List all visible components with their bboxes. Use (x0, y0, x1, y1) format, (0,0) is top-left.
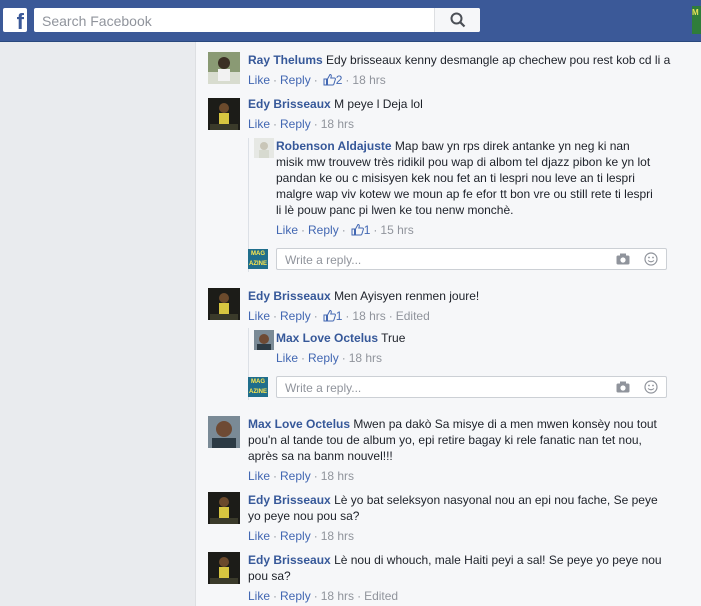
avatar-max-love-octelus-icon (208, 416, 240, 448)
search-icon (450, 12, 466, 28)
comment-author[interactable]: Edy Brisseaux (248, 553, 331, 567)
edited-label[interactable]: Edited (396, 309, 430, 323)
comment-author[interactable]: Max Love Octelus (248, 417, 350, 431)
comment-text: M peye l Deja lol (334, 97, 423, 111)
avatar[interactable] (208, 98, 240, 130)
like-link[interactable]: Like (248, 529, 270, 543)
like-link[interactable]: Like (248, 469, 270, 483)
timestamp: 18 hrs (352, 73, 386, 87)
comment-text: True (381, 331, 406, 345)
comment-text: Edy brisseaux kenny desmangle ap chechew… (326, 53, 671, 67)
like-link[interactable]: Like (248, 309, 270, 323)
comment-text: Men Ayisyen renmen joure! (334, 289, 480, 303)
top-navigation-bar: f M (0, 0, 701, 42)
comment-actions: Like · Reply · 18 hrs (248, 529, 355, 543)
timestamp: 18 hrs (348, 351, 383, 365)
comment-actions: Like · Reply · 2 · 18 hrs (248, 73, 386, 87)
avatar-edy-brisseaux-icon (208, 492, 240, 524)
comment-author[interactable]: Edy Brisseaux (248, 493, 331, 507)
avatar[interactable] (208, 52, 240, 84)
comment-actions: Like · Reply · 1 · 15 hrs (276, 223, 414, 237)
avatar[interactable] (208, 552, 240, 584)
emoji-icon[interactable] (644, 380, 658, 394)
current-user-avatar-icon: MAG AZINE (248, 249, 268, 269)
comment: Edy Brisseaux Lè yo bat seleksyon nasyon… (248, 492, 673, 524)
timestamp: 18 hrs (320, 529, 355, 543)
camera-icon[interactable] (616, 381, 630, 393)
reply-link[interactable]: Reply (280, 117, 311, 131)
avatar-edy-brisseaux-icon (208, 98, 240, 130)
comment-actions: Like · Reply · 18 hrs (248, 117, 355, 131)
search-input[interactable] (40, 9, 424, 33)
facebook-logo-icon[interactable]: f (3, 8, 27, 32)
timestamp: 18 hrs (352, 309, 386, 323)
reply-link[interactable]: Reply (280, 309, 311, 323)
thumbs-up-icon (351, 223, 364, 236)
comment-author[interactable]: Ray Thelums (248, 53, 323, 67)
avatar-edy-brisseaux-icon (208, 288, 240, 320)
emoji-icon[interactable] (644, 252, 658, 266)
avatar[interactable] (208, 416, 240, 448)
comment-author[interactable]: Edy Brisseaux (248, 289, 331, 303)
comment-actions: Like · Reply · 18 hrs · Edited (248, 589, 399, 603)
current-user-avatar-icon: MAG AZINE (248, 377, 268, 397)
comment: Edy Brisseaux Lè nou di whouch, male Hai… (248, 552, 673, 584)
reply-link[interactable]: Reply (308, 223, 339, 237)
like-link[interactable]: Like (248, 589, 270, 603)
avatar-ray-thelums-icon (208, 52, 240, 84)
comment: Edy Brisseaux Men Ayisyen renmen joure! (248, 288, 688, 304)
avatar[interactable] (254, 330, 274, 350)
comment-author[interactable]: Robenson Aldajuste (276, 139, 392, 153)
reply-box (276, 248, 667, 270)
timestamp: 18 hrs (320, 589, 355, 603)
comment-actions: Like · Reply · 1 · 18 hrs · Edited (248, 309, 430, 323)
comment-author[interactable]: Max Love Octelus (276, 331, 378, 345)
like-link[interactable]: Like (276, 351, 298, 365)
avatar[interactable] (254, 138, 274, 158)
comment: Edy Brisseaux M peye l Deja lol (248, 96, 688, 112)
reply-link[interactable]: Reply (280, 469, 311, 483)
reply-box (276, 376, 667, 398)
reply-link[interactable]: Reply (280, 589, 311, 603)
comment-actions: Like · Reply · 18 hrs (276, 351, 383, 365)
reply-link[interactable]: Reply (280, 529, 311, 543)
search-button[interactable] (434, 8, 480, 32)
reply-link[interactable]: Reply (280, 73, 311, 87)
avatar[interactable] (208, 288, 240, 320)
reply-input[interactable] (283, 250, 587, 270)
comment: Ray Thelums Edy brisseaux kenny desmangl… (248, 52, 688, 68)
profile-thumbnail-icon[interactable]: M (692, 6, 701, 34)
like-link[interactable]: Like (248, 73, 270, 87)
reply-comment: Robenson Aldajuste Map baw yn rps direk … (276, 138, 656, 218)
thumbs-up-icon (323, 309, 336, 322)
thumbs-up-icon (323, 73, 336, 86)
avatar[interactable] (208, 492, 240, 524)
comments-panel: Ray Thelums Edy brisseaux kenny desmangl… (195, 42, 701, 606)
reply-link[interactable]: Reply (308, 351, 339, 365)
timestamp: 18 hrs (320, 469, 355, 483)
comment: Max Love Octelus Mwen pa dakò Sa misye d… (248, 416, 673, 464)
avatar-max-love-octelus-icon (254, 330, 274, 350)
reply-input[interactable] (283, 378, 587, 398)
like-link[interactable]: Like (248, 117, 270, 131)
avatar-robenson-aldajuste-icon (254, 138, 274, 158)
timestamp: 18 hrs (320, 117, 355, 131)
comment-actions: Like · Reply · 18 hrs (248, 469, 355, 483)
camera-icon[interactable] (616, 253, 630, 265)
timestamp: 15 hrs (380, 223, 414, 237)
reply-comment: Max Love Octelus True (276, 330, 656, 346)
search-bar (34, 8, 480, 33)
avatar-edy-brisseaux-icon (208, 552, 240, 584)
like-link[interactable]: Like (276, 223, 298, 237)
edited-label[interactable]: Edited (364, 589, 398, 603)
comment-author[interactable]: Edy Brisseaux (248, 97, 331, 111)
